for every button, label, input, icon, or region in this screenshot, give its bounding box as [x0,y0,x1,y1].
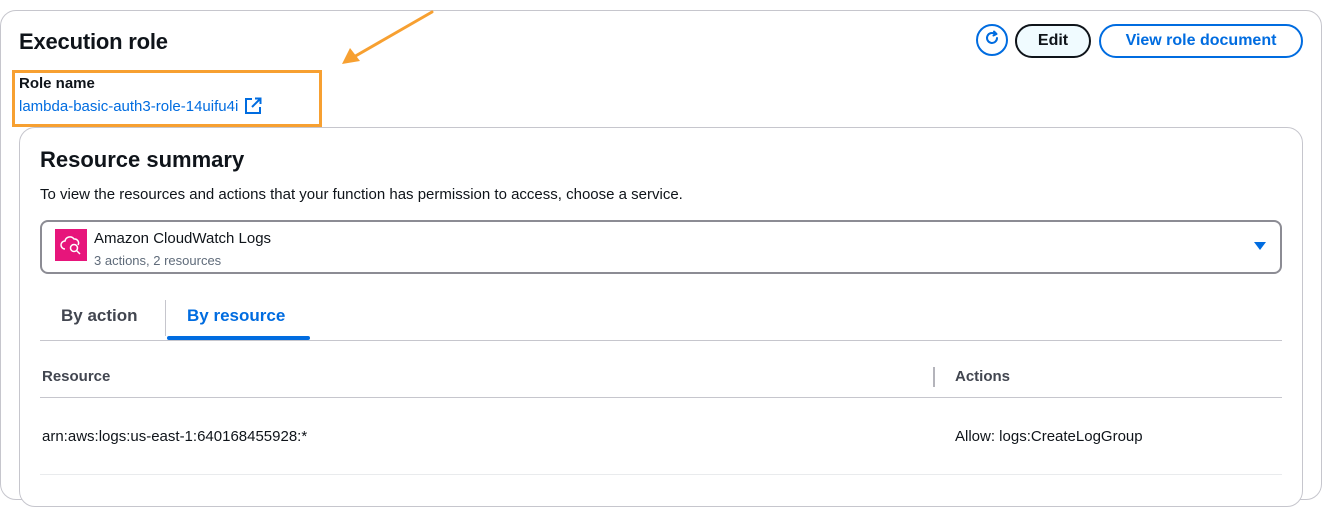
service-detail: 3 actions, 2 resources [94,253,222,268]
service-select[interactable]: Amazon CloudWatch Logs 3 actions, 2 reso… [40,220,1282,274]
external-link-icon [244,97,262,115]
column-header-actions[interactable]: Actions [955,368,1010,385]
table-cell-resource: arn:aws:logs:us-east-1:640168455928:* [42,428,308,445]
panel-title: Execution role [19,29,168,54]
resource-summary-description: To view the resources and actions that y… [40,186,683,203]
role-name-label: Role name [19,75,95,92]
service-name: Amazon CloudWatch Logs [94,230,272,247]
column-header-resource[interactable]: Resource [42,368,110,385]
tabs-border [40,340,1282,341]
cloudwatch-logs-icon [55,229,87,261]
caret-down-icon [1254,242,1266,250]
edit-button[interactable]: Edit [1015,24,1091,58]
table-header-border [40,397,1282,398]
role-name-link[interactable]: lambda-basic-auth3-role-14uifu4i [19,97,262,115]
table-row-border [40,474,1282,475]
table-cell-actions: Allow: logs:CreateLogGroup [955,428,1143,445]
role-name-text: lambda-basic-auth3-role-14uifu4i [19,97,239,115]
tab-by-action[interactable]: By action [61,306,138,326]
tab-divider [165,300,166,336]
resource-summary-title: Resource summary [40,147,245,172]
view-role-document-button[interactable]: View role document [1099,24,1303,58]
annotation-arrow-icon [342,10,434,64]
refresh-icon [984,30,1000,51]
refresh-button[interactable] [976,24,1008,56]
column-resizer[interactable] [933,367,935,387]
tab-by-resource[interactable]: By resource [187,306,285,326]
